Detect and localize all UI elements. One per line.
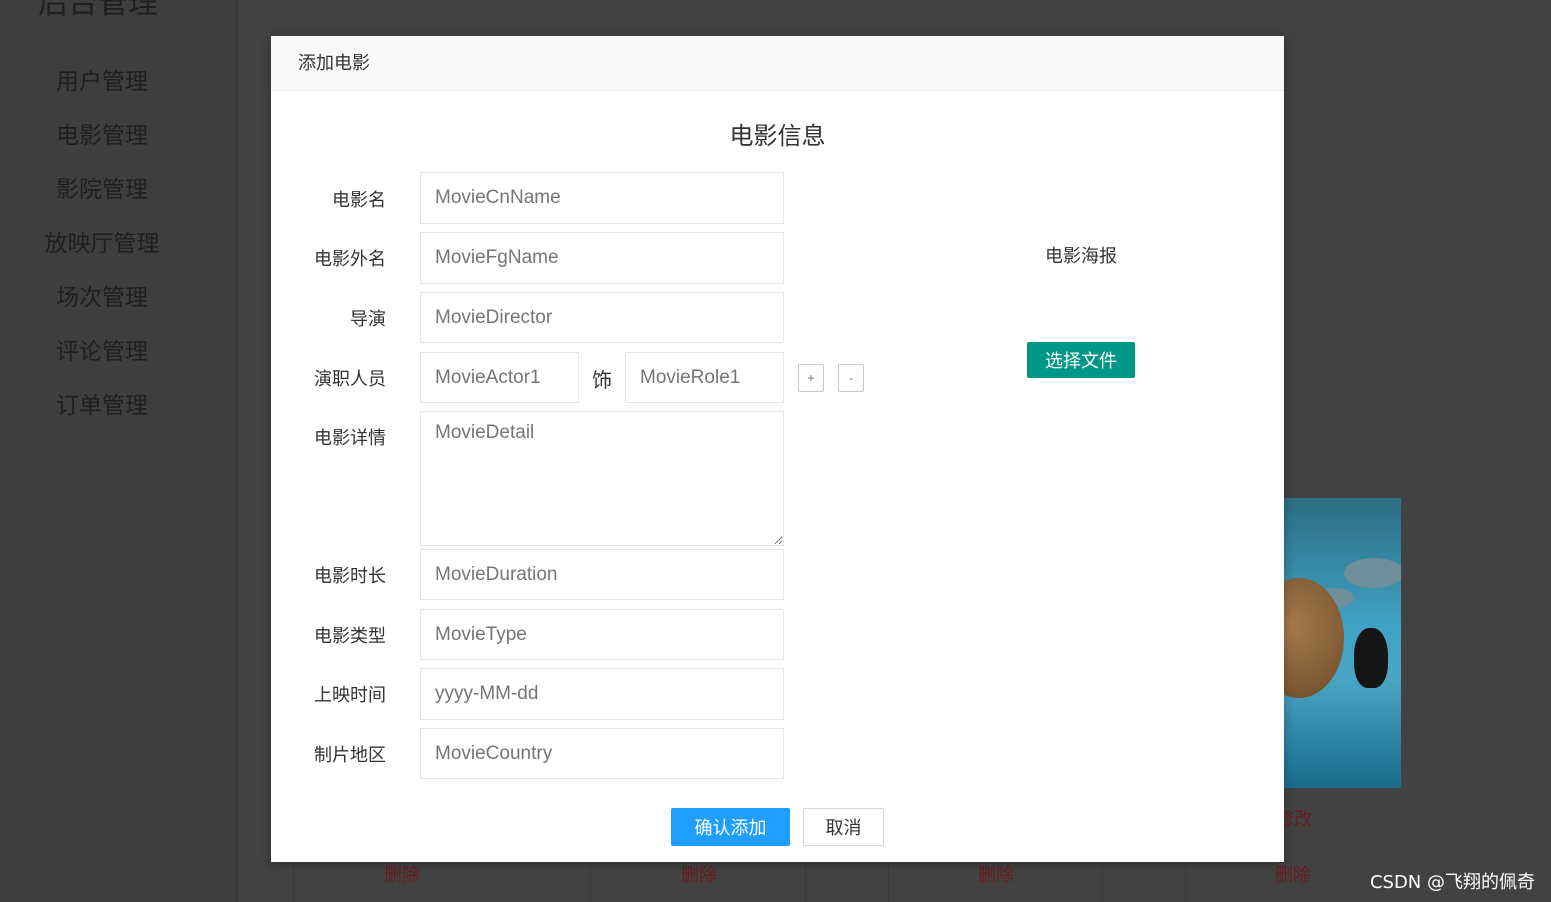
country-input[interactable] xyxy=(420,728,784,779)
sidebar-item-cinemas[interactable]: 影院管理 xyxy=(0,170,204,204)
cn-name-input[interactable] xyxy=(420,172,784,224)
sidebar-item-movies[interactable]: 电影管理 xyxy=(0,116,204,150)
fg-name-input[interactable] xyxy=(420,232,784,284)
sidebar: 后台管理 用户管理 电影管理 影院管理 放映厅管理 场次管理 评论管理 订单管理 xyxy=(0,0,238,902)
watermark: CSDN @飞翔的佩奇 xyxy=(1369,872,1535,893)
sidebar-title: 后台管理 xyxy=(38,0,158,21)
type-input[interactable] xyxy=(420,609,784,660)
remove-actor-button[interactable]: - xyxy=(838,364,864,392)
cn-name-label: 电影名 xyxy=(332,190,386,211)
delete-link[interactable]: 删除 xyxy=(384,861,420,887)
delete-link[interactable]: 删除 xyxy=(681,861,717,887)
movie-poster-image xyxy=(1284,498,1401,788)
release-label: 上映时间 xyxy=(314,685,386,706)
poster-label: 电影海报 xyxy=(1045,246,1117,267)
poster-cloud xyxy=(1344,558,1401,588)
sidebar-item-comments[interactable]: 评论管理 xyxy=(0,332,204,366)
fg-name-label: 电影外名 xyxy=(314,249,386,270)
edit-link[interactable]: 修改 xyxy=(1276,805,1312,831)
add-actor-button[interactable]: + xyxy=(798,364,824,392)
delete-link[interactable]: 删除 xyxy=(978,861,1014,887)
sidebar-item-users[interactable]: 用户管理 xyxy=(0,62,204,96)
director-input[interactable] xyxy=(420,292,784,343)
detail-label: 电影详情 xyxy=(314,428,386,449)
actor-input[interactable] xyxy=(420,352,579,403)
dialog-title: 添加电影 xyxy=(271,36,1284,91)
country-label: 制片地区 xyxy=(314,745,386,766)
poster-penguin xyxy=(1354,628,1388,688)
choose-file-button[interactable]: 选择文件 xyxy=(1027,342,1135,378)
sidebar-item-sessions[interactable]: 场次管理 xyxy=(0,278,204,312)
detail-textarea[interactable] xyxy=(420,411,784,546)
actor-label: 演职人员 xyxy=(314,369,386,390)
duration-input[interactable] xyxy=(420,549,784,600)
type-label: 电影类型 xyxy=(314,626,386,647)
director-label: 导演 xyxy=(350,309,386,330)
duration-label: 电影时长 xyxy=(314,566,386,587)
confirm-add-button[interactable]: 确认添加 xyxy=(671,808,790,846)
release-date-input[interactable] xyxy=(420,668,784,720)
add-movie-dialog: 添加电影 电影信息 电影名 电影外名 导演 演职人员 饰 + - 电影详情 电影… xyxy=(271,36,1284,862)
sidebar-item-halls[interactable]: 放映厅管理 xyxy=(0,224,204,258)
delete-link[interactable]: 删除 xyxy=(1275,861,1311,887)
role-input[interactable] xyxy=(625,352,784,403)
role-as-label: 饰 xyxy=(592,368,612,392)
sidebar-item-orders[interactable]: 订单管理 xyxy=(0,386,204,420)
cancel-button[interactable]: 取消 xyxy=(803,808,884,846)
form-title: 电影信息 xyxy=(729,122,826,150)
